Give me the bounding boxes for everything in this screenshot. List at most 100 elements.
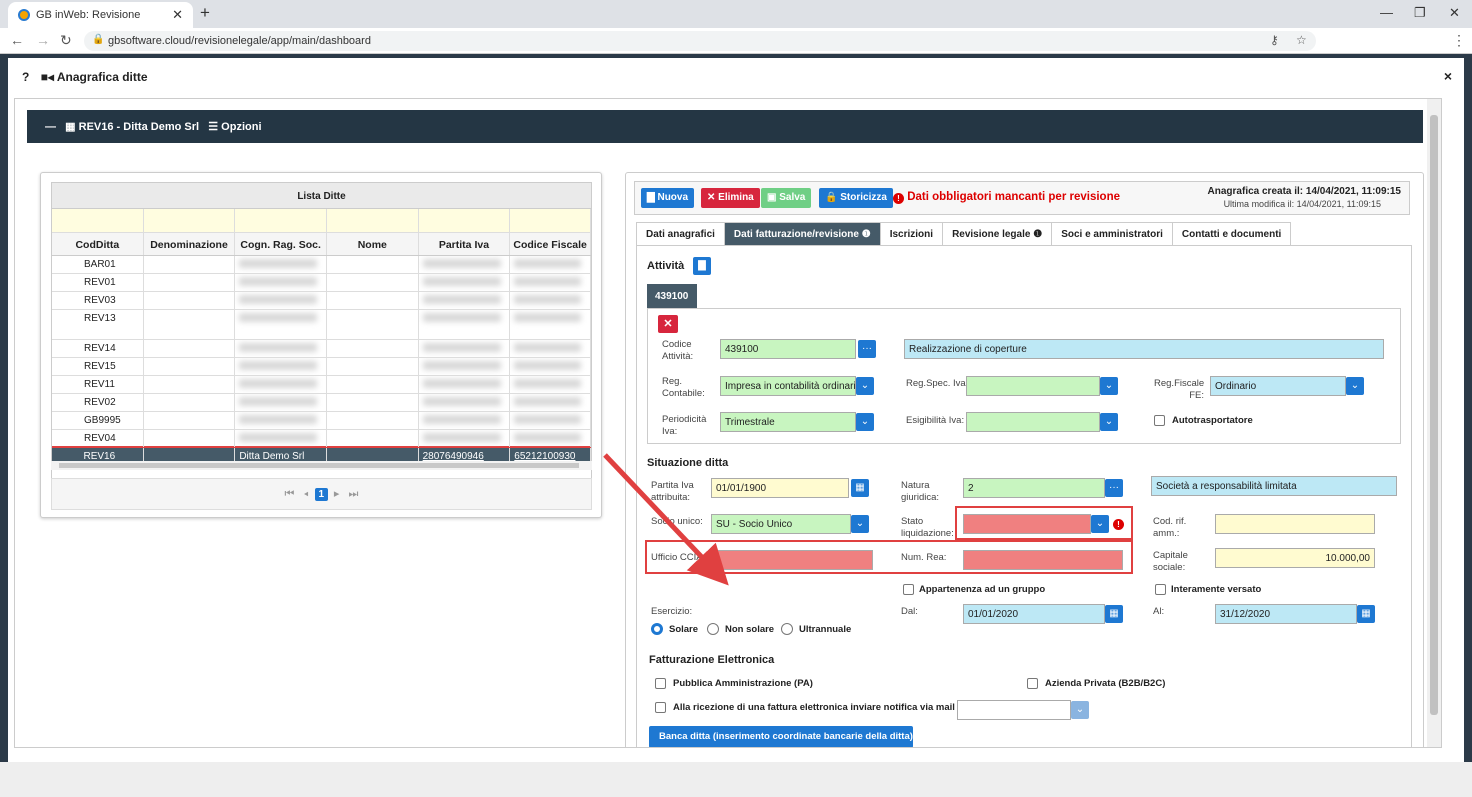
tab-iscrizioni[interactable]: Iscrizioni bbox=[879, 222, 944, 246]
url-bar[interactable]: 🔒 gbsoftware.cloud/revisionelegale/app/m… bbox=[84, 31, 1316, 51]
tab-soci[interactable]: Soci e amministratori bbox=[1051, 222, 1173, 246]
key-icon[interactable]: ⚷ bbox=[1270, 33, 1279, 47]
save-button[interactable]: ▣ Salva bbox=[761, 188, 812, 208]
filter-cell[interactable] bbox=[510, 209, 591, 232]
col-header[interactable]: Nome bbox=[327, 233, 419, 255]
table-row[interactable]: REV01 bbox=[52, 274, 591, 292]
browser-tab[interactable]: GB inWeb: Revisione ✕ bbox=[8, 2, 193, 28]
filter-cell[interactable] bbox=[327, 209, 419, 232]
col-header[interactable]: Partita Iva bbox=[419, 233, 511, 255]
col-header[interactable]: Denominazione bbox=[144, 233, 236, 255]
minimize-icon[interactable]: — bbox=[1380, 5, 1393, 20]
reg-spec-select[interactable] bbox=[966, 376, 1100, 396]
col-header[interactable]: CodDitta bbox=[52, 233, 144, 255]
close-tab-icon[interactable]: ✕ bbox=[172, 7, 183, 23]
prev-page-icon[interactable]: ◂ bbox=[304, 488, 309, 500]
reload-icon[interactable]: ↻ bbox=[60, 32, 72, 49]
calendar-icon[interactable]: ▦ bbox=[1357, 605, 1375, 623]
calendar-icon[interactable]: ▦ bbox=[1105, 605, 1123, 623]
forward-icon[interactable]: → bbox=[36, 32, 50, 48]
maximize-icon[interactable]: ❐ bbox=[1414, 5, 1426, 21]
pa-checkbox[interactable] bbox=[655, 678, 666, 689]
socio-select[interactable]: SU - Socio Unico bbox=[711, 514, 851, 534]
remove-attivita-button[interactable]: ✕ bbox=[658, 315, 678, 333]
first-page-icon[interactable]: ⏮ bbox=[285, 488, 295, 500]
autotrasp-checkbox[interactable] bbox=[1154, 415, 1165, 426]
new-tab-button[interactable]: + bbox=[200, 3, 210, 23]
page-number[interactable]: 1 bbox=[314, 488, 328, 501]
esig-select[interactable] bbox=[966, 412, 1100, 432]
filter-cell[interactable] bbox=[144, 209, 236, 232]
chevron-down-icon[interactable]: ⌄ bbox=[856, 377, 874, 395]
options-icon[interactable]: ☰ bbox=[208, 121, 218, 133]
solare-radio[interactable] bbox=[651, 623, 663, 635]
table-row[interactable]: REV14 bbox=[52, 340, 591, 358]
vertical-scrollbar[interactable] bbox=[1427, 99, 1441, 747]
new-button[interactable]: ▇ Nuova bbox=[641, 188, 695, 208]
codrif-field[interactable] bbox=[1215, 514, 1375, 534]
chevron-down-icon[interactable]: ⌄ bbox=[856, 413, 874, 431]
natura-field[interactable]: 2 bbox=[963, 478, 1105, 498]
codice-lookup-button[interactable]: ··· bbox=[858, 340, 876, 358]
al-field[interactable]: 31/12/2020 bbox=[1215, 604, 1357, 624]
menu-icon[interactable]: ⋮ bbox=[1452, 32, 1466, 49]
chevron-down-icon[interactable]: ⌄ bbox=[1071, 701, 1089, 719]
tab-dati-fatturazione[interactable]: Dati fatturazione/revisione ❶ bbox=[723, 222, 881, 246]
table-row[interactable]: REV11 bbox=[52, 376, 591, 394]
bank-button[interactable]: Banca ditta (inserimento coordinate banc… bbox=[649, 726, 913, 747]
delete-button[interactable]: ✕ Elimina bbox=[701, 188, 760, 208]
ultra-label: Ultrannuale bbox=[799, 624, 852, 635]
versato-checkbox[interactable] bbox=[1155, 584, 1166, 595]
table-row[interactable]: REV15 bbox=[52, 358, 591, 376]
last-page-icon[interactable]: ⏭ bbox=[349, 488, 359, 500]
table-row[interactable]: REV02 bbox=[52, 394, 591, 412]
next-page-icon[interactable]: ▸ bbox=[334, 488, 340, 500]
notify-email-select[interactable] bbox=[957, 700, 1071, 720]
codice-field[interactable]: 439100 bbox=[720, 339, 856, 359]
horizontal-scrollbar[interactable] bbox=[51, 461, 592, 470]
filter-cell[interactable] bbox=[52, 209, 144, 232]
dal-field[interactable]: 01/01/2020 bbox=[963, 604, 1105, 624]
close-window-icon[interactable]: ✕ bbox=[1449, 5, 1460, 21]
tab-contatti[interactable]: Contatti e documenti bbox=[1171, 222, 1292, 246]
close-icon[interactable]: × bbox=[1444, 68, 1452, 84]
chevron-down-icon[interactable]: ⌄ bbox=[1100, 377, 1118, 395]
natura-descr[interactable]: Società a responsabilità limitata bbox=[1151, 476, 1397, 496]
back-icon[interactable]: ← bbox=[10, 32, 24, 48]
natura-lookup-button[interactable]: ··· bbox=[1105, 479, 1123, 497]
socio-label: Socio unico: bbox=[651, 516, 703, 527]
filter-cell[interactable] bbox=[235, 209, 327, 232]
table-row[interactable]: GB9995 bbox=[52, 412, 591, 430]
table-row[interactable]: BAR01 bbox=[52, 256, 591, 274]
chevron-down-icon[interactable]: ⌄ bbox=[1100, 413, 1118, 431]
attivita-tab[interactable]: 439100 bbox=[647, 284, 697, 308]
help-icon[interactable]: ? bbox=[22, 70, 29, 84]
chevron-down-icon[interactable]: ⌄ bbox=[1346, 377, 1364, 395]
table-row[interactable]: REV04 bbox=[52, 430, 591, 448]
col-header[interactable]: Cogn. Rag. Soc. bbox=[235, 233, 327, 255]
options-button[interactable]: Opzioni bbox=[221, 121, 261, 133]
descr-field[interactable]: Realizzazione di coperture bbox=[904, 339, 1384, 359]
piva-date[interactable]: 01/01/1900 bbox=[711, 478, 849, 498]
calendar-icon[interactable]: ▦ bbox=[851, 479, 869, 497]
nonsolare-radio[interactable] bbox=[707, 623, 719, 635]
history-button[interactable]: 🔒 Storicizza bbox=[819, 188, 893, 208]
tab-dati-anagrafici[interactable]: Dati anagrafici bbox=[636, 222, 725, 246]
reg-cont-select[interactable]: Impresa in contabilità ordinaria bbox=[720, 376, 856, 396]
collapse-icon[interactable]: — bbox=[45, 121, 56, 133]
ultra-radio[interactable] bbox=[781, 623, 793, 635]
capitale-field[interactable]: 10.000,00 bbox=[1215, 548, 1375, 568]
gruppo-checkbox[interactable] bbox=[903, 584, 914, 595]
star-icon[interactable]: ☆ bbox=[1296, 33, 1307, 47]
table-row[interactable]: REV13 bbox=[52, 310, 591, 340]
col-header[interactable]: Codice Fiscale bbox=[510, 233, 591, 255]
tab-revisione-legale[interactable]: Revisione legale ❶ bbox=[942, 222, 1053, 246]
add-attivita-icon[interactable]: ▇ bbox=[693, 257, 711, 275]
notify-checkbox[interactable] bbox=[655, 702, 666, 713]
chevron-down-icon[interactable]: ⌄ bbox=[851, 515, 869, 533]
filter-cell[interactable] bbox=[419, 209, 511, 232]
table-row[interactable]: REV03 bbox=[52, 292, 591, 310]
reg-fisc-select[interactable]: Ordinario bbox=[1210, 376, 1346, 396]
period-select[interactable]: Trimestrale bbox=[720, 412, 856, 432]
b2b-checkbox[interactable] bbox=[1027, 678, 1038, 689]
